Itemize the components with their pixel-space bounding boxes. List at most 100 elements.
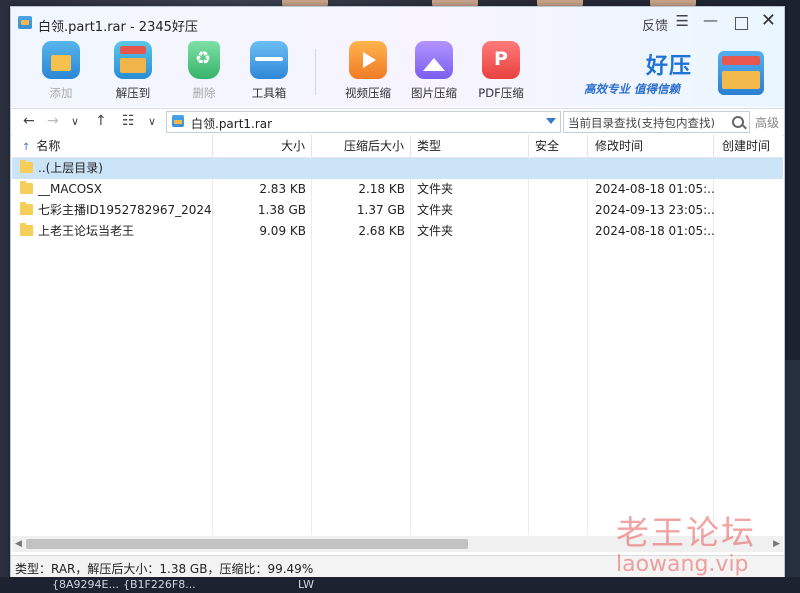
row-compressed-size: 2.68 KB (358, 224, 405, 238)
scroll-left-icon[interactable]: ◀ (15, 539, 22, 549)
path-field[interactable]: 白领.part1.rar (166, 111, 561, 133)
archive-logo-icon (718, 51, 764, 95)
row-name: 上老王论坛当老王 (12, 221, 213, 242)
feedback-button[interactable]: 反馈 (642, 15, 668, 34)
history-dropdown-icon[interactable]: ∨ (71, 115, 79, 128)
pdf-compress-button[interactable]: PDF压缩 (471, 41, 531, 101)
back-arrow-icon[interactable]: ← (23, 113, 35, 129)
archive-add-icon (42, 41, 80, 79)
close-button[interactable]: ✕ (761, 10, 776, 31)
toolbox-label: 工具箱 (251, 86, 287, 100)
row-name-text: __MACOSX (38, 182, 103, 196)
delete-button[interactable]: 删除 (174, 41, 234, 101)
sort-ascending-icon: ↑ (22, 142, 31, 153)
minimize-button[interactable]: — (703, 11, 718, 29)
file-list: ↑ 名称 大小 压缩后大小 类型 安全 修改时间 创建时间 ..(上层目录) __… (12, 135, 783, 556)
table-row[interactable]: 七彩主播ID1952782967_2024... 1.38 GB 1.37 GB… (12, 200, 783, 221)
image-compress-label: 图片压缩 (411, 86, 457, 100)
row-name-text: 上老王论坛当老王 (38, 224, 135, 238)
row-name-text: 七彩主播ID1952782967_2024... (38, 203, 213, 217)
video-compress-label: 视频压缩 (345, 86, 391, 100)
taskbar-item[interactable]: {8A9294E... (52, 578, 119, 591)
toolbox-icon (250, 41, 288, 79)
table-row[interactable]: 上老王论坛当老王 9.09 KB 2.68 KB 文件夹 2024-08-18 … (12, 221, 783, 242)
row-type: 文件夹 (417, 224, 454, 238)
pdf-compress-label: PDF压缩 (478, 86, 524, 100)
archive-app-icon (18, 16, 32, 29)
up-folder-icon[interactable]: ↑ (95, 113, 107, 129)
toolbar-divider (315, 49, 316, 95)
brand-name: 好压 (646, 54, 693, 79)
forward-arrow-icon[interactable]: → (47, 113, 59, 129)
scrollbar-thumb[interactable] (26, 539, 468, 549)
search-icon[interactable] (732, 116, 744, 128)
toolbox-button[interactable]: 工具箱 (239, 41, 299, 101)
title-bar: 白领.part1.rar - 2345好压 反馈 ☰ — ✕ (11, 7, 784, 37)
column-size[interactable]: 大小 (213, 135, 312, 157)
search-input[interactable]: 当前目录查找(支持包内查找) (563, 111, 750, 133)
add-label: 添加 (49, 86, 73, 100)
column-name-label: 名称 (36, 139, 61, 153)
row-name: 七彩主播ID1952782967_2024... (12, 200, 213, 221)
header-area: 白领.part1.rar - 2345好压 反馈 ☰ — ✕ 添加 解压到 删除 (11, 7, 784, 107)
row-size: 1.38 GB (257, 203, 306, 217)
extract-icon (114, 41, 152, 79)
row-compressed-size: 2.18 KB (358, 182, 405, 196)
row-modified: 2024-08-18 01:05:... (595, 224, 714, 238)
video-icon (349, 41, 387, 79)
extract-button[interactable]: 解压到 (103, 41, 163, 101)
column-type[interactable]: 类型 (411, 135, 529, 157)
maximize-button[interactable] (735, 17, 748, 30)
navigation-bar: ← → ∨ ↑ ☷ ∨ 白领.part1.rar 当前目录查找(支持包内查找) … (11, 108, 784, 136)
row-modified: 2024-08-18 01:05:... (595, 182, 714, 196)
row-modified: 2024-09-13 23:05:... (595, 203, 714, 217)
row-name: ..(上层目录) (12, 158, 213, 179)
taskbar-item[interactable]: LW (298, 578, 314, 591)
view-mode-dropdown-icon[interactable]: ∨ (148, 115, 156, 128)
row-name: __MACOSX (12, 179, 213, 200)
advanced-search-link[interactable]: 高级 (755, 114, 779, 131)
table-row[interactable]: ..(上层目录) (12, 158, 783, 179)
status-text: 类型：RAR，解压后大小：1.38 GB，压缩比：99.49% (15, 562, 314, 576)
column-name[interactable]: ↑ 名称 (12, 135, 213, 157)
row-compressed-size: 1.37 GB (356, 203, 405, 217)
column-security[interactable]: 安全 (529, 135, 588, 157)
row-size: 9.09 KB (259, 224, 306, 238)
delete-label: 删除 (192, 86, 216, 100)
row-type: 文件夹 (417, 182, 454, 196)
brand-logo: 好压 高效专业 值得信赖 (584, 43, 764, 103)
taskbar-item[interactable]: {B1F226F8... (123, 578, 196, 591)
folder-icon (20, 181, 33, 194)
table-row[interactable]: __MACOSX 2.83 KB 2.18 KB 文件夹 2024-08-18 … (12, 179, 783, 200)
path-dropdown-icon[interactable] (546, 118, 556, 124)
image-compress-button[interactable]: 图片压缩 (404, 41, 464, 101)
watermark: 老王论坛 laowang.vip (604, 506, 794, 586)
folder-icon (20, 202, 33, 215)
folder-icon (20, 160, 33, 173)
column-created[interactable]: 创建时间 (714, 135, 783, 157)
recycle-bin-icon (188, 41, 220, 79)
menu-icon[interactable]: ☰ (676, 12, 689, 30)
folder-icon (20, 223, 33, 236)
window-title: 白领.part1.rar - 2345好压 (38, 20, 198, 35)
archive-path-icon (172, 115, 184, 127)
pdf-icon (482, 41, 520, 79)
extract-label: 解压到 (115, 86, 151, 100)
column-header: ↑ 名称 大小 压缩后大小 类型 安全 修改时间 创建时间 (12, 135, 783, 158)
toolbar: 添加 解压到 删除 工具箱 视频压缩 图片压缩 (11, 35, 784, 107)
row-size: 2.83 KB (259, 182, 306, 196)
row-type: 文件夹 (417, 203, 454, 217)
archive-window: 白领.part1.rar - 2345好压 反馈 ☰ — ✕ 添加 解压到 删除 (10, 6, 785, 579)
watermark-text: 老王论坛 (616, 513, 756, 552)
watermark-url: laowang.vip (616, 552, 749, 577)
column-modified[interactable]: 修改时间 (588, 135, 714, 157)
image-icon (415, 41, 453, 79)
brand-slogan: 高效专业 值得信赖 (584, 82, 681, 96)
path-text: 白领.part1.rar (191, 117, 273, 131)
add-button[interactable]: 添加 (31, 41, 91, 101)
search-placeholder: 当前目录查找(支持包内查找) (568, 116, 715, 130)
video-compress-button[interactable]: 视频压缩 (338, 41, 398, 101)
view-mode-icon[interactable]: ☷ (122, 113, 135, 129)
column-compressed-size[interactable]: 压缩后大小 (312, 135, 411, 157)
row-name-text: ..(上层目录) (38, 161, 103, 175)
